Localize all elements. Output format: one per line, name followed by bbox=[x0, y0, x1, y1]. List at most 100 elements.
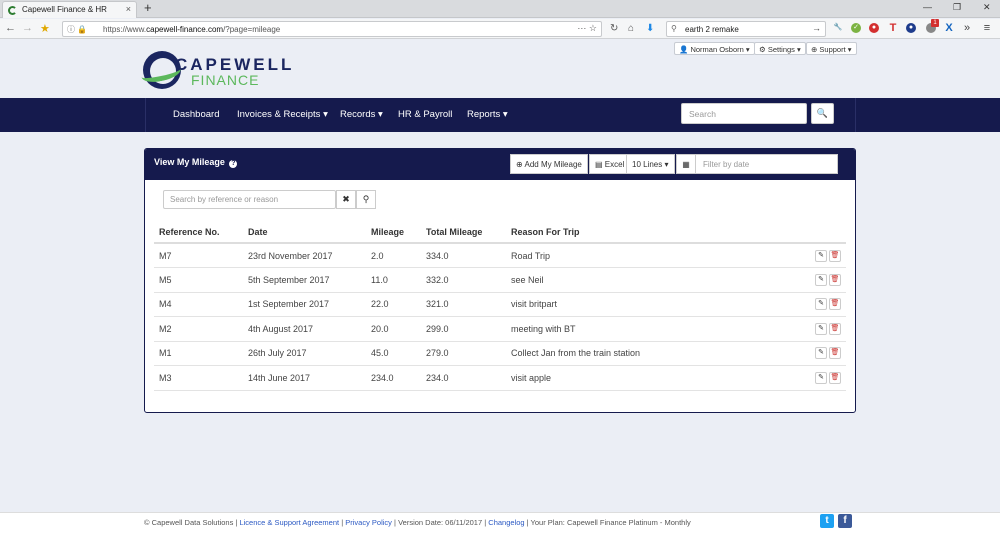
user-name: Norman Osborn bbox=[690, 45, 744, 54]
gear-icon: ⚙ bbox=[759, 45, 766, 54]
table-cell: 20.0 bbox=[366, 316, 421, 342]
reload-icon[interactable]: ↻ bbox=[610, 23, 618, 34]
nav-records[interactable]: Records ▾ bbox=[340, 109, 383, 120]
facebook-icon[interactable]: f bbox=[838, 514, 852, 528]
capewell-logo[interactable]: CAPEWELL FINANCE bbox=[139, 51, 291, 91]
search-icon: 🔍 bbox=[816, 108, 829, 118]
address-bar[interactable]: ⓘ 🔒 https://www.capewell-finance.com/?pa… bbox=[62, 21, 602, 37]
delete-icon[interactable]: 🗑 bbox=[829, 347, 841, 360]
close-icon: ✖ bbox=[342, 194, 350, 204]
table-row: M5 5th September 2017 11.0 332.0 see Neil ✎ 🗑 bbox=[154, 267, 846, 293]
logo-bottom-text: FINANCE bbox=[191, 72, 260, 88]
minimize-icon[interactable]: — bbox=[923, 2, 932, 12]
table-cell: 5th September 2017 bbox=[243, 267, 366, 293]
new-tab-button[interactable]: + bbox=[144, 0, 152, 15]
table-cell: M1 bbox=[154, 341, 243, 366]
table-cell: 279.0 bbox=[421, 341, 506, 366]
user-menu-button[interactable]: 👤 Norman Osborn ▾ bbox=[674, 42, 755, 55]
panel-header: View My Mileage ? ⊕ Add My Mileage ▤ Exc… bbox=[145, 149, 855, 180]
overflow-menu-icon[interactable]: » bbox=[962, 23, 972, 34]
search-go-icon[interactable]: → bbox=[812, 23, 821, 33]
url-text: https://www.capewell-finance.com/?page=m… bbox=[103, 25, 281, 34]
column-header[interactable]: Reference No. bbox=[154, 221, 243, 244]
nav-hr-payroll[interactable]: HR & Payroll bbox=[398, 109, 452, 120]
capewell-favicon-icon bbox=[8, 6, 17, 15]
bookmark-star-icon[interactable]: ★ bbox=[40, 22, 50, 35]
edit-icon[interactable]: ✎ bbox=[815, 322, 827, 335]
excel-button[interactable]: ▤ Excel bbox=[589, 154, 631, 174]
privacy-policy-link[interactable]: Privacy Policy bbox=[345, 518, 392, 527]
adblock-icon[interactable]: ● bbox=[869, 23, 879, 33]
settings-label: Settings bbox=[767, 45, 795, 54]
x-extension-icon[interactable]: X bbox=[944, 23, 954, 34]
table-cell: visit britpart bbox=[506, 292, 746, 317]
site-info-icon[interactable]: ⓘ 🔒 bbox=[67, 24, 87, 35]
column-header[interactable]: Date bbox=[243, 221, 366, 244]
lines-dropdown-button[interactable]: 10 Lines ▾ bbox=[626, 154, 675, 174]
delete-icon[interactable]: 🗑 bbox=[829, 273, 841, 286]
support-label: Support bbox=[819, 45, 846, 54]
browser-search-box[interactable]: ⚲ earth 2 remake → bbox=[666, 21, 826, 37]
edit-icon[interactable]: ✎ bbox=[815, 371, 827, 384]
home-icon[interactable]: ⌂ bbox=[628, 23, 634, 34]
nav-invoices-receipts[interactable]: Invoices & Receipts ▾ bbox=[237, 109, 328, 120]
column-header[interactable]: Reason For Trip bbox=[506, 221, 746, 244]
table-cell: M5 bbox=[154, 267, 243, 293]
table-cell: 22.0 bbox=[366, 292, 421, 317]
browser-toolbar: ← → ★ ⓘ 🔒 https://www.capewell-finance.c… bbox=[0, 19, 1000, 39]
row-actions: ✎ 🗑 bbox=[746, 365, 846, 391]
back-icon[interactable]: ← bbox=[5, 22, 16, 34]
edit-icon[interactable]: ✎ bbox=[815, 273, 827, 286]
support-menu-button[interactable]: ⊕ Support ▾ bbox=[806, 42, 857, 55]
table-cell: 2.0 bbox=[366, 243, 421, 268]
browser-tab[interactable]: Capewell Finance & HR × bbox=[2, 1, 137, 18]
table-row: M2 4th August 2017 20.0 299.0 meeting with B… bbox=[154, 316, 846, 342]
tab-close-icon[interactable]: × bbox=[126, 4, 131, 14]
page-actions[interactable]: ··· ☆ bbox=[577, 23, 597, 34]
twitter-icon[interactable]: t bbox=[820, 514, 834, 528]
panel-title: View My Mileage ? bbox=[154, 157, 238, 168]
changelog-link[interactable]: Changelog bbox=[488, 518, 524, 527]
licence-link[interactable]: Licence & Support Agreement bbox=[239, 518, 339, 527]
maximize-icon[interactable]: ❐ bbox=[953, 2, 961, 13]
table-cell: M2 bbox=[154, 316, 243, 342]
download-icon[interactable]: ⬇ bbox=[646, 23, 654, 34]
t-extension-icon[interactable]: T bbox=[888, 23, 898, 34]
hamburger-menu-icon[interactable]: ≡ bbox=[982, 23, 992, 34]
window-close-icon[interactable]: ✕ bbox=[983, 2, 991, 13]
browser-tab-title: Capewell Finance & HR bbox=[22, 5, 107, 14]
edit-icon[interactable]: ✎ bbox=[815, 249, 827, 262]
search-button[interactable]: ⚲ bbox=[356, 190, 376, 209]
nav-search-input[interactable]: Search bbox=[681, 103, 807, 124]
table-cell: 26th July 2017 bbox=[243, 341, 366, 366]
reference-search-input[interactable]: Search by reference or reason bbox=[163, 190, 336, 209]
forward-icon[interactable]: → bbox=[22, 22, 33, 34]
column-header[interactable]: Mileage bbox=[366, 221, 421, 244]
table-cell: see Neil bbox=[506, 267, 746, 293]
extension-leaf-icon[interactable]: ✓ bbox=[851, 23, 861, 33]
row-actions: ✎ 🗑 bbox=[746, 292, 846, 317]
delete-icon[interactable]: 🗑 bbox=[829, 249, 841, 262]
add-mileage-button[interactable]: ⊕ Add My Mileage bbox=[510, 154, 588, 174]
wrench-icon[interactable]: 🔧 bbox=[833, 23, 843, 33]
table-cell: meeting with BT bbox=[506, 316, 746, 342]
date-filter-input[interactable]: Filter by date bbox=[695, 154, 838, 174]
delete-icon[interactable]: 🗑 bbox=[829, 371, 841, 384]
table-cell: 14th June 2017 bbox=[243, 365, 366, 391]
edit-icon[interactable]: ✎ bbox=[815, 347, 827, 360]
extension-pill-icon[interactable]: ● bbox=[906, 23, 916, 33]
nav-search-button[interactable]: 🔍 bbox=[811, 103, 834, 124]
table-cell: M4 bbox=[154, 292, 243, 317]
delete-icon[interactable]: 🗑 bbox=[829, 322, 841, 335]
delete-icon[interactable]: 🗑 bbox=[829, 298, 841, 311]
file-excel-icon: ▤ bbox=[595, 160, 603, 169]
help-icon[interactable]: ? bbox=[229, 160, 238, 168]
nav-dashboard[interactable]: Dashboard bbox=[173, 109, 219, 120]
settings-menu-button[interactable]: ⚙ Settings ▾ bbox=[754, 42, 806, 55]
clear-search-button[interactable]: ✖ bbox=[336, 190, 356, 209]
edit-icon[interactable]: ✎ bbox=[815, 298, 827, 311]
nav-reports[interactable]: Reports ▾ bbox=[467, 109, 508, 120]
column-header[interactable]: Total Mileage bbox=[421, 221, 506, 244]
notification-icon[interactable]: 1 bbox=[926, 19, 939, 33]
calendar-button[interactable]: ▦ bbox=[676, 154, 696, 174]
